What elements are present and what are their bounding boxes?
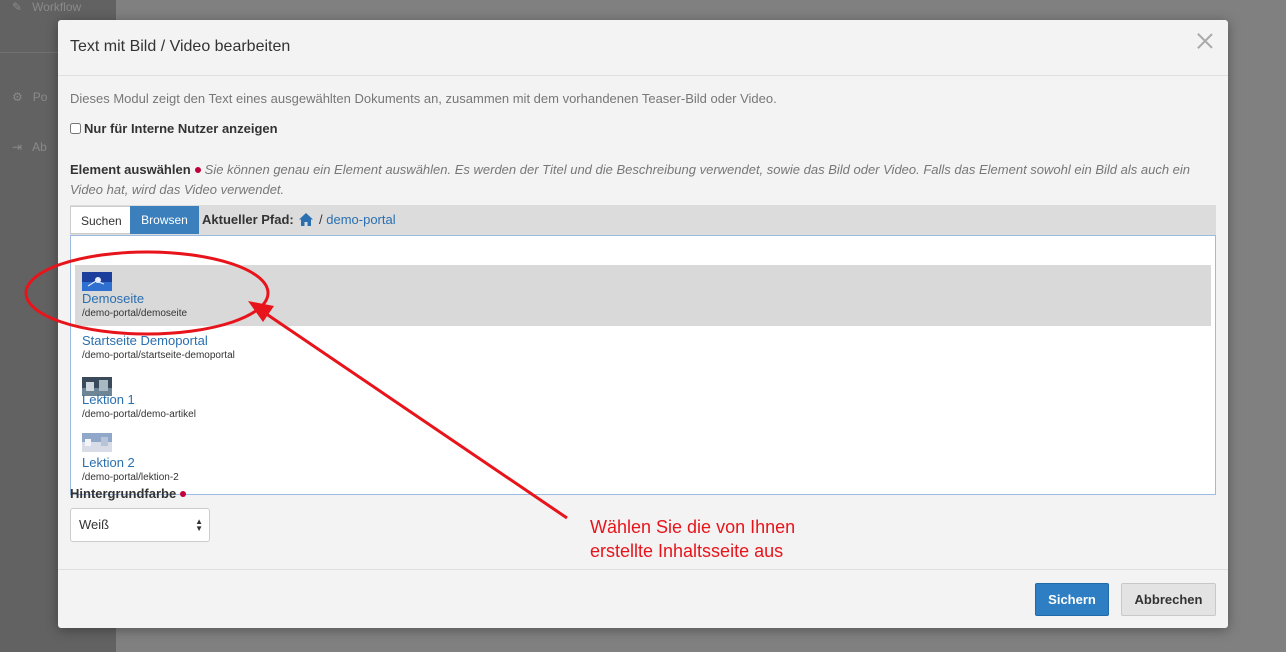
internal-users-only-checkbox-row[interactable]: Nur für Interne Nutzer anzeigen [70,121,278,136]
list-item-path: /demo-portal/startseite-demoportal [82,350,235,361]
annotation-line-2: erstellte Inhaltsseite aus [590,541,784,561]
close-icon[interactable] [1194,30,1216,52]
gears-icon: ⚙ [12,90,23,104]
dialog-header: Text mit Bild / Video bearbeiten [58,20,1228,76]
element-select-help: Element auswählen Sie können genau ein El… [70,160,1220,200]
list-item-title[interactable]: Lektion 1 [82,392,135,407]
cancel-button[interactable]: Abbrechen [1121,583,1216,616]
annotation-text: Wählen Sie die von Ihnen erstellte Inhal… [590,515,795,563]
element-select-help-text: Sie können genau ein Element auswählen. … [70,162,1191,197]
logout-icon: ⇥ [12,140,23,154]
thumbnail-image [82,433,112,452]
dialog-title: Text mit Bild / Video bearbeiten [70,38,291,55]
list-item-demoseite[interactable]: Demoseite /demo-portal/demoseite [75,265,1211,326]
background-nav-po: ⚙ Po [12,90,48,104]
module-description: Dieses Modul zeigt den Text eines ausgew… [70,91,777,106]
browse-results-list: Demoseite /demo-portal/demoseite Startse… [70,235,1216,495]
list-item-lektion-1[interactable]: Lektion 1 /demo-portal/demo-artikel [75,369,1211,427]
home-icon[interactable] [299,213,314,226]
list-item-path: /demo-portal/demo-artikel [82,409,196,420]
list-item-path: /demo-portal/lektion-2 [82,472,179,483]
tab-search[interactable]: Suchen [70,206,133,234]
pencil-icon: ✎ [12,0,23,14]
breadcrumb-label: Aktueller Pfad: [202,212,294,227]
list-item-path: /demo-portal/demoseite [82,308,188,319]
thumbnail-image [82,272,112,291]
list-item-title[interactable]: Startseite Demoportal [82,333,208,348]
background-nav-ab: ⇥ Ab [12,140,47,154]
tab-browse[interactable]: Browsen [130,206,199,234]
list-item-title[interactable]: Lektion 2 [82,455,135,470]
dialog-footer: Sichern Abbrechen [58,569,1228,628]
internal-users-only-label: Nur für Interne Nutzer anzeigen [84,121,278,136]
background-nav-workflow: ✎ Workflow [12,0,82,14]
breadcrumb-separator: / [319,212,323,227]
list-item-title[interactable]: Demoseite [82,291,144,306]
browse-tabbar: Suchen Browsen Aktueller Pfad: / demo-po… [70,205,1216,235]
required-indicator [194,167,201,173]
background-color-value: Weiß [79,517,110,532]
annotation-line-1: Wählen Sie die von Ihnen [590,517,796,537]
internal-users-only-checkbox[interactable] [70,123,81,134]
select-arrows-icon: ▲ ▼ [195,517,203,533]
element-select-label: Element auswählen [70,162,191,177]
background-color-label: Hintergrundfarbe [70,486,190,501]
list-item-startseite[interactable]: Startseite Demoportal /demo-portal/start… [75,326,1211,366]
required-indicator [180,491,187,497]
list-item-lektion-2[interactable]: Lektion 2 /demo-portal/lektion-2 [75,432,1211,490]
breadcrumb: Aktueller Pfad: / demo-portal [202,205,396,235]
save-button[interactable]: Sichern [1035,583,1109,616]
background-color-select[interactable]: Weiß ▲ ▼ [70,508,210,542]
breadcrumb-current[interactable]: demo-portal [326,212,395,227]
